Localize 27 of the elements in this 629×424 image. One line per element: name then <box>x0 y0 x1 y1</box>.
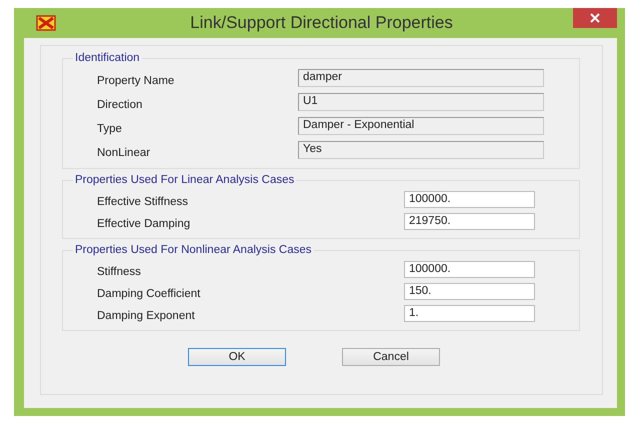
field-label: Type <box>97 122 123 135</box>
input-field[interactable]: 100000. <box>404 260 535 278</box>
ok-button[interactable]: OK <box>188 348 286 366</box>
group-title: Properties Used For Nonlinear Analysis Cases <box>74 244 312 256</box>
readonly-field: Damper - Exponential <box>298 117 544 135</box>
field-label: Effective Damping <box>97 217 192 230</box>
cancel-button[interactable]: Cancel <box>342 348 440 366</box>
group-title: Identification <box>74 52 141 64</box>
field-label: Effective Stiffness <box>97 195 189 208</box>
field-label: NonLinear <box>97 146 152 159</box>
readonly-field: damper <box>298 69 544 87</box>
field-label: Property Name <box>97 74 176 87</box>
input-field[interactable]: 1. <box>404 304 535 322</box>
input-field[interactable]: 100000. <box>404 190 535 208</box>
field-label: Stiffness <box>97 265 142 278</box>
field-label: Damping Exponent <box>97 309 196 322</box>
readonly-field: Yes <box>298 141 544 159</box>
app-icon <box>36 15 56 31</box>
close-icon <box>590 13 600 23</box>
group-title: Properties Used For Linear Analysis Cases <box>74 174 296 186</box>
field-label: Direction <box>97 98 144 111</box>
readonly-field: U1 <box>298 93 544 111</box>
input-field[interactable]: 219750. <box>404 212 535 230</box>
window-title: Link/Support Directional Properties <box>189 13 454 33</box>
input-field[interactable]: 150. <box>404 282 535 300</box>
field-label: Damping Coefficient <box>97 287 202 300</box>
close-button[interactable] <box>573 8 617 28</box>
